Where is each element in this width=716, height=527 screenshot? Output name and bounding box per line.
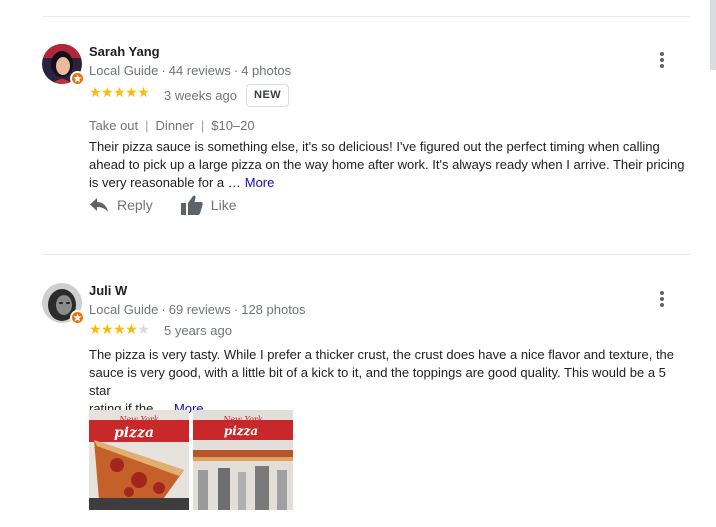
tag-price: $10–20 [211,118,255,133]
review-age: 3 weeks ago [164,88,237,103]
more-link[interactable]: More [245,175,275,190]
reply-label: Reply [117,197,153,213]
stars-filled: ★★★★ [89,321,138,337]
tag-meal: Dinner [155,118,194,133]
thumbs-up-icon [180,195,203,215]
scrollbar[interactable] [710,0,716,70]
star-rating: ★★★★★ [89,321,150,338]
review-count: 44 reviews [168,63,231,78]
more-options-icon[interactable] [652,50,672,70]
stars-filled: ★★★★★ [89,84,150,100]
reviewer-name[interactable]: Juli W [89,283,127,298]
reply-button[interactable]: Reply [89,197,153,213]
review-actions: Reply Like [89,195,236,215]
reply-icon [90,198,108,212]
review-text: The pizza is very tasty. While I prefer … [89,346,689,418]
review-text-line: The pizza is very tasty. While I prefer … [89,347,675,362]
photo-sign-text: New York [222,415,262,424]
reviewer-meta: Local Guide · 69 reviews · 128 photos [89,302,306,317]
review-photo[interactable]: New York pizza [89,410,189,510]
review-text-line: Their pizza sauce is something else, it'… [89,139,660,154]
new-badge: NEW [246,84,290,107]
visit-tags: Take out | Dinner | $10–20 [89,118,255,133]
stars-empty: ★ [137,321,150,337]
review-text: Their pizza sauce is something else, it'… [89,138,689,192]
divider [42,16,690,17]
reviewer-meta: Local Guide · 44 reviews · 4 photos [89,63,292,78]
review-text-line: is very reasonable for a … [89,175,241,190]
photo-count: 128 photos [241,302,306,317]
star-rating: ★★★★★ [89,84,150,101]
divider [42,254,690,255]
tag-service: Take out [89,118,139,133]
review-age: 5 years ago [164,323,232,338]
guide-label: Local Guide [89,63,159,78]
like-button[interactable]: Like [180,195,237,215]
reviewer-name[interactable]: Sarah Yang [89,44,160,59]
photo-count: 4 photos [241,63,292,78]
local-guide-badge-icon [70,310,85,325]
avatar[interactable] [42,44,85,86]
review-card: Juli W Local Guide · 69 reviews · 128 photos… [42,283,692,527]
local-guide-badge-icon [70,71,85,86]
review-text-line: sauce is very good, with a little bit of… [89,365,666,398]
review-text-line: ahead to pick up a large pizza on the wa… [89,157,685,172]
review-card: Sarah Yang Local Guide · 44 reviews · 4 phot… [42,44,692,244]
photo-sign-text: pizza [224,424,258,438]
review-count: 69 reviews [168,302,231,317]
photo-sign-text: pizza [114,425,154,441]
review-photo[interactable]: New York pizza [193,410,293,510]
more-options-icon[interactable] [652,289,672,309]
like-label: Like [210,197,237,213]
guide-label: Local Guide [89,302,159,317]
avatar[interactable] [42,283,85,325]
photo-sign-text: New York [118,415,158,424]
